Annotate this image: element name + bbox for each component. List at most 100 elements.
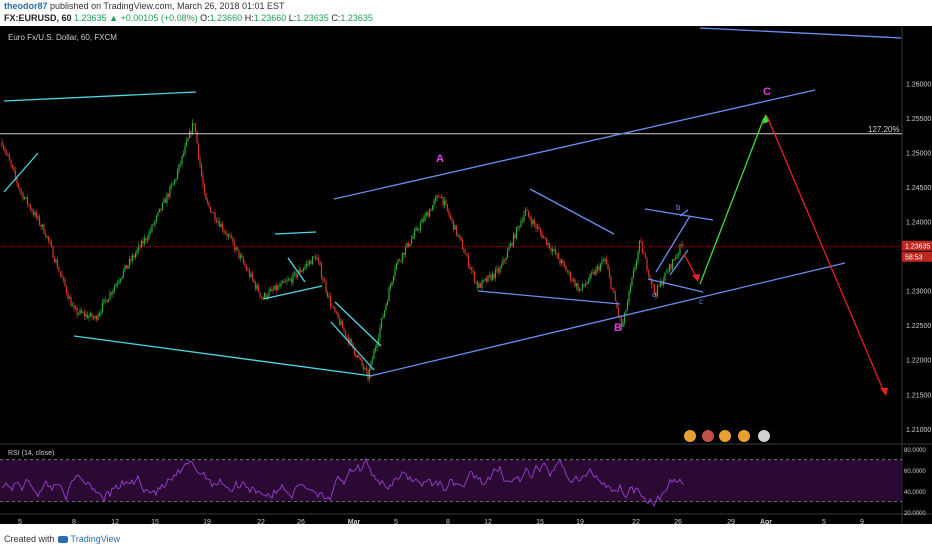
- candle-body: [557, 253, 560, 260]
- event-icons[interactable]: [684, 430, 770, 442]
- candle-body: [233, 242, 236, 250]
- candle-body: [68, 297, 71, 299]
- candle-body: [128, 259, 131, 266]
- candle-body: [274, 285, 276, 290]
- author-username[interactable]: theodor87: [4, 1, 48, 11]
- candle-body: [20, 191, 23, 193]
- cyan-bottom-line[interactable]: [73, 335, 373, 377]
- cyan-flag-top[interactable]: [274, 231, 317, 235]
- candle-body: [443, 200, 446, 206]
- candle-body: [374, 347, 377, 351]
- candle-body: [292, 273, 294, 283]
- red-arrow-long[interactable]: [766, 115, 885, 393]
- candle-body: [248, 270, 251, 277]
- tradingview-brand[interactable]: TradingView: [71, 534, 121, 544]
- tradingview-logo-icon[interactable]: [57, 536, 68, 544]
- candle-body: [649, 275, 651, 279]
- price-change: +0.00105 (+0.08%): [120, 13, 198, 23]
- candle-body: [571, 279, 573, 281]
- cyan-top-line[interactable]: [3, 91, 197, 102]
- candle-body: [641, 241, 644, 254]
- candle-body: [7, 153, 9, 156]
- candle-body: [73, 305, 75, 309]
- candle-body: [439, 197, 441, 199]
- blue-wedge-bottom[interactable]: [477, 290, 621, 305]
- candle-body: [26, 196, 29, 205]
- candle-body: [395, 263, 398, 270]
- candle-body: [296, 273, 299, 278]
- event-icon[interactable]: [758, 430, 770, 442]
- y-tick-label: 1.25000: [906, 150, 931, 157]
- close-label: C:: [331, 13, 341, 23]
- candle-body: [227, 235, 230, 237]
- chart-area[interactable]: Euro Fx/U.S. Dollar, 60, FXCM 1.26000 1.2…: [0, 26, 932, 524]
- event-icon[interactable]: [719, 430, 731, 442]
- candle-body: [656, 285, 659, 296]
- candle-body: [482, 280, 485, 281]
- candle-body: [554, 249, 557, 255]
- candle-body: [221, 223, 224, 231]
- candle-body: [431, 205, 434, 211]
- blue-upper-channel[interactable]: [333, 89, 816, 200]
- candle-body: [143, 238, 146, 244]
- candle-body: [580, 288, 582, 290]
- candle-body: [586, 282, 588, 285]
- projection-arrows[interactable]: [683, 114, 888, 396]
- candle-body: [115, 284, 117, 287]
- candle-body: [625, 310, 627, 313]
- candle-body: [416, 227, 419, 231]
- event-icon[interactable]: [738, 430, 750, 442]
- candle-body: [155, 215, 158, 221]
- candle-body: [31, 209, 33, 212]
- candle-body: [206, 199, 209, 203]
- x-tick-label: 5: [394, 519, 398, 524]
- fib-127-label: 127.20%: [868, 125, 900, 134]
- candle-body: [328, 295, 330, 297]
- candle-body: [617, 307, 620, 316]
- candle-body: [173, 180, 176, 184]
- candle-body: [635, 260, 638, 268]
- candle-body: [161, 202, 164, 210]
- candle-body: [170, 185, 173, 187]
- blue-wedge-top[interactable]: [529, 188, 615, 235]
- candle-body: [466, 254, 468, 256]
- event-icon[interactable]: [702, 430, 714, 442]
- candle-body: [425, 212, 428, 216]
- candle-body: [535, 224, 537, 229]
- candle-body: [13, 167, 15, 171]
- candle-body: [220, 223, 222, 227]
- open-value: 1.23660: [209, 13, 243, 23]
- candle-body: [568, 271, 570, 273]
- candle-body: [185, 141, 188, 147]
- blue-top-right-line[interactable]: [699, 27, 902, 39]
- change-arrow-icon: ▲: [109, 13, 119, 23]
- candle-body: [238, 249, 240, 258]
- candle-body: [145, 238, 147, 241]
- candle-body: [187, 138, 189, 142]
- candle-body: [514, 234, 516, 239]
- candle-body: [194, 123, 197, 132]
- candle-body: [244, 263, 246, 267]
- y-tick-label: 1.26000: [906, 81, 931, 88]
- candle-body: [340, 321, 342, 325]
- candle-body: [500, 264, 503, 269]
- candle-body: [5, 151, 8, 154]
- cyan-flag-mid[interactable]: [287, 257, 306, 283]
- candle-body: [481, 280, 483, 288]
- candle-body: [71, 305, 74, 307]
- candle-body: [275, 285, 278, 291]
- candle-body: [362, 365, 365, 370]
- blue-lower-channel[interactable]: [369, 262, 846, 377]
- price-chart[interactable]: Euro Fx/U.S. Dollar, 60, FXCM 1.26000 1.2…: [0, 26, 932, 524]
- candle-body: [224, 231, 227, 234]
- green-arrow[interactable]: [699, 117, 765, 285]
- candle-body: [373, 350, 375, 360]
- rsi-tick-label: 20.0000: [904, 511, 926, 517]
- candle-body: [629, 285, 632, 292]
- x-tick-label: 26: [674, 519, 682, 524]
- candle-body: [122, 270, 125, 277]
- cyan-channel-b[interactable]: [330, 321, 375, 371]
- candle-body: [403, 252, 405, 255]
- event-icon[interactable]: [684, 430, 696, 442]
- candle-body: [151, 224, 153, 232]
